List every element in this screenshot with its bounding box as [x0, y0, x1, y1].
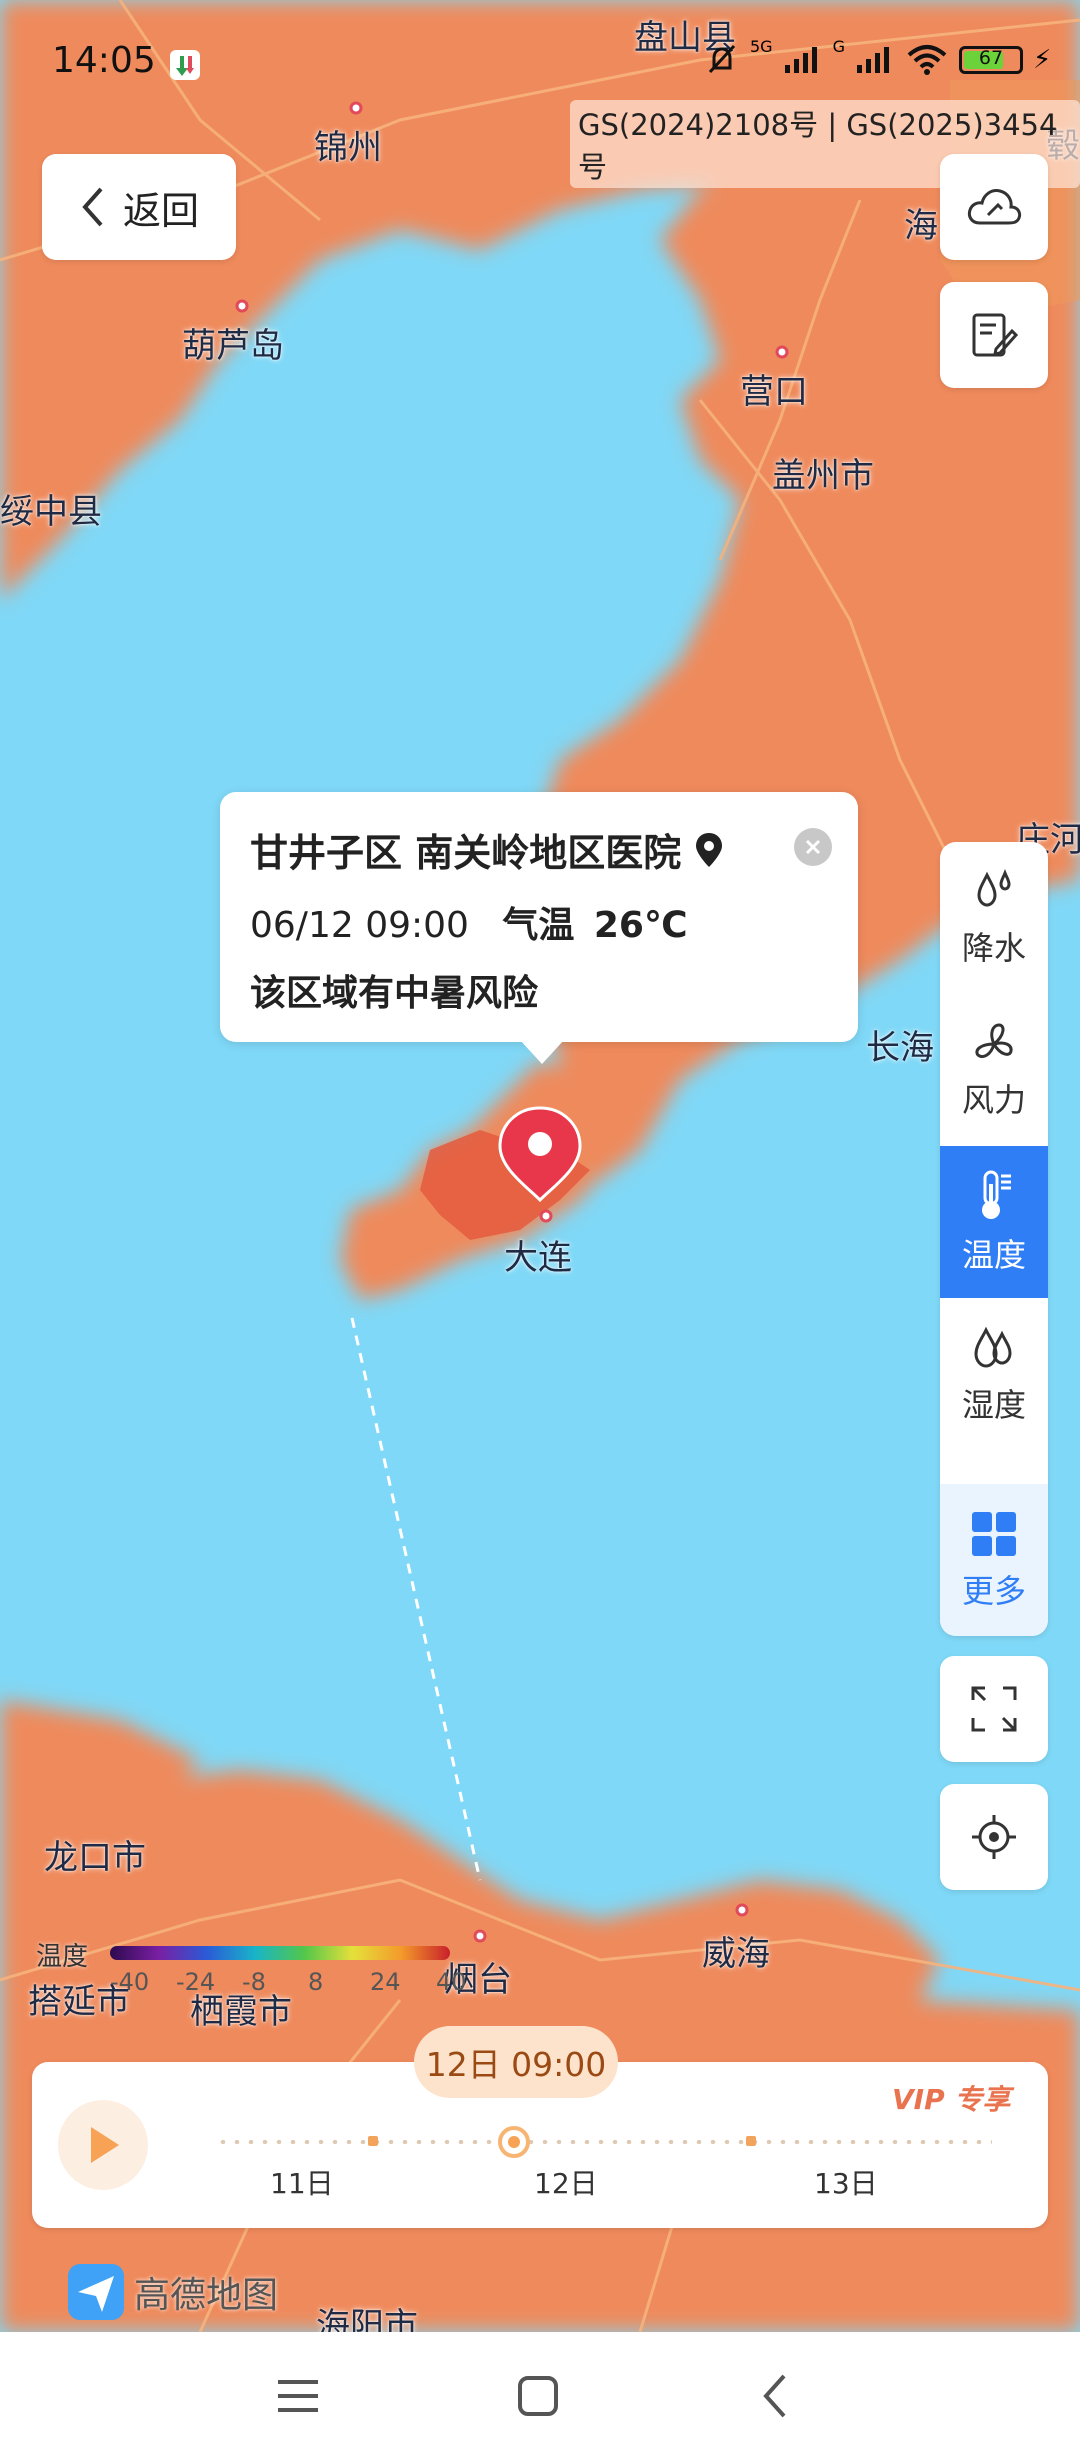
play-icon [91, 2127, 119, 2163]
legend-tick: 24 [370, 1968, 401, 1996]
legend-tick: -40 [110, 1968, 150, 1996]
raindrops-icon [977, 868, 1011, 907]
legend-tick: 8 [308, 1968, 324, 1996]
popup-time: 06/12 09:00 [250, 905, 469, 946]
humidity-drops-icon [974, 1326, 1012, 1368]
popup-temp-value: 26℃ [593, 905, 688, 946]
legend-tick: 40 [436, 1968, 467, 1996]
amap-logo-text: 高德地图 [134, 2275, 279, 2316]
map-label-changhai: 长海 [866, 1028, 934, 1068]
timeline-day-label: 13日 [814, 2167, 878, 2200]
location-weather-popup[interactable]: 甘井子区 南关岭地区医院 06/12 09:00 气温 26℃ 该区域有中暑风险 [220, 792, 858, 1042]
status-icons: 5G G 67 ⚡ [704, 37, 1052, 78]
popup-location: 甘井子区 南关岭地区医院 [250, 831, 682, 875]
map-label-weihai: 威海 [702, 1934, 770, 1974]
timeline-day-label: 11日 [270, 2167, 334, 2200]
mute-icon [708, 44, 736, 74]
grid-icon [972, 1512, 1016, 1556]
crosshair-icon [972, 1815, 1016, 1859]
timeline-tick [746, 2136, 756, 2146]
locate-button[interactable] [940, 1784, 1048, 1890]
legend-title: 温度 [36, 1942, 89, 1972]
legend-tick: -24 [176, 1968, 216, 1996]
layer-humidity[interactable]: 湿度 [940, 1298, 1048, 1450]
network-g-label: G [832, 36, 845, 56]
layer-more-label: 更多 [961, 1572, 1026, 1610]
fullscreen-button[interactable] [940, 1656, 1048, 1762]
map-label-suizhong: 绥中县 [0, 492, 102, 532]
map-label-huludao: 葫芦岛 [182, 326, 284, 366]
weather-layer-panel: 降水 风力 温度 湿度 更多 [940, 842, 1048, 1636]
vip-label: VIP 专享 [892, 2083, 1011, 2116]
amap-logo: 高德地图 [66, 2262, 278, 2322]
map-label-jinzhou: 锦州 [314, 128, 382, 168]
current-time-chip: 12日 09:00 [414, 2026, 618, 2098]
legend-tick: -8 [242, 1968, 266, 1996]
map-label-yingkou: 营口 [740, 372, 808, 412]
layer-temperature-label: 温度 [961, 1236, 1026, 1274]
fan-icon [975, 1023, 1013, 1058]
thermometer-icon [982, 1170, 1011, 1219]
network-5g-label: 5G [750, 36, 773, 56]
map-label-dalian: 大连 [504, 1238, 572, 1278]
amap-logo-icon [68, 2264, 124, 2320]
status-time: 14:05 [52, 40, 156, 81]
edit-report-button[interactable] [940, 282, 1048, 388]
map-label-gaizhou: 盖州市 [772, 456, 874, 496]
back-button-label: 返回 [122, 188, 199, 233]
layer-temperature[interactable]: 温度 [940, 1146, 1048, 1298]
timeline-track[interactable] [216, 2140, 992, 2144]
layer-more[interactable]: 更多 [940, 1484, 1048, 1636]
system-nav-bar [0, 2332, 1080, 2460]
cloud-icon [967, 189, 1022, 225]
layer-precipitation-label: 降水 [961, 929, 1026, 967]
close-icon [805, 839, 821, 855]
layer-humidity-label: 湿度 [961, 1386, 1026, 1424]
back-nav-icon[interactable] [760, 2372, 790, 2420]
wifi-icon [907, 45, 947, 75]
timeline-day-label: 12日 [534, 2167, 598, 2200]
layer-wind[interactable]: 风力 [940, 994, 1048, 1146]
home-icon[interactable] [516, 2374, 560, 2418]
popup-warning: 该区域有中暑风险 [250, 973, 539, 1014]
map-pin-icon [696, 832, 723, 867]
app-notification-icon [170, 50, 200, 80]
signal-icon-2 [856, 47, 889, 73]
layer-wind-label: 风力 [961, 1081, 1026, 1119]
menu-icon[interactable] [276, 2376, 320, 2416]
popup-close-button[interactable] [794, 828, 832, 866]
edit-note-icon [972, 313, 1019, 357]
chevron-left-icon [82, 187, 103, 227]
layer-precipitation[interactable]: 降水 [940, 842, 1048, 994]
play-button[interactable] [58, 2100, 148, 2190]
battery-icon: 67 [958, 46, 1023, 74]
timeline-tick [368, 2136, 378, 2146]
weather-overview-button[interactable] [940, 154, 1048, 260]
popup-temp-label: 气温 [502, 905, 575, 946]
battery-level: 67 [978, 47, 1004, 69]
legend-color-bar [110, 1946, 450, 1960]
popup-arrow [520, 1040, 564, 1064]
charging-icon: ⚡ [1032, 45, 1052, 75]
back-button[interactable]: 返回 [42, 154, 236, 260]
signal-icon [784, 47, 817, 73]
map-label-longkou: 龙口市 [44, 1838, 146, 1878]
expand-icon [971, 1686, 1017, 1732]
map-label-hai: 海 [904, 206, 938, 246]
timeline-handle[interactable] [498, 2126, 530, 2158]
